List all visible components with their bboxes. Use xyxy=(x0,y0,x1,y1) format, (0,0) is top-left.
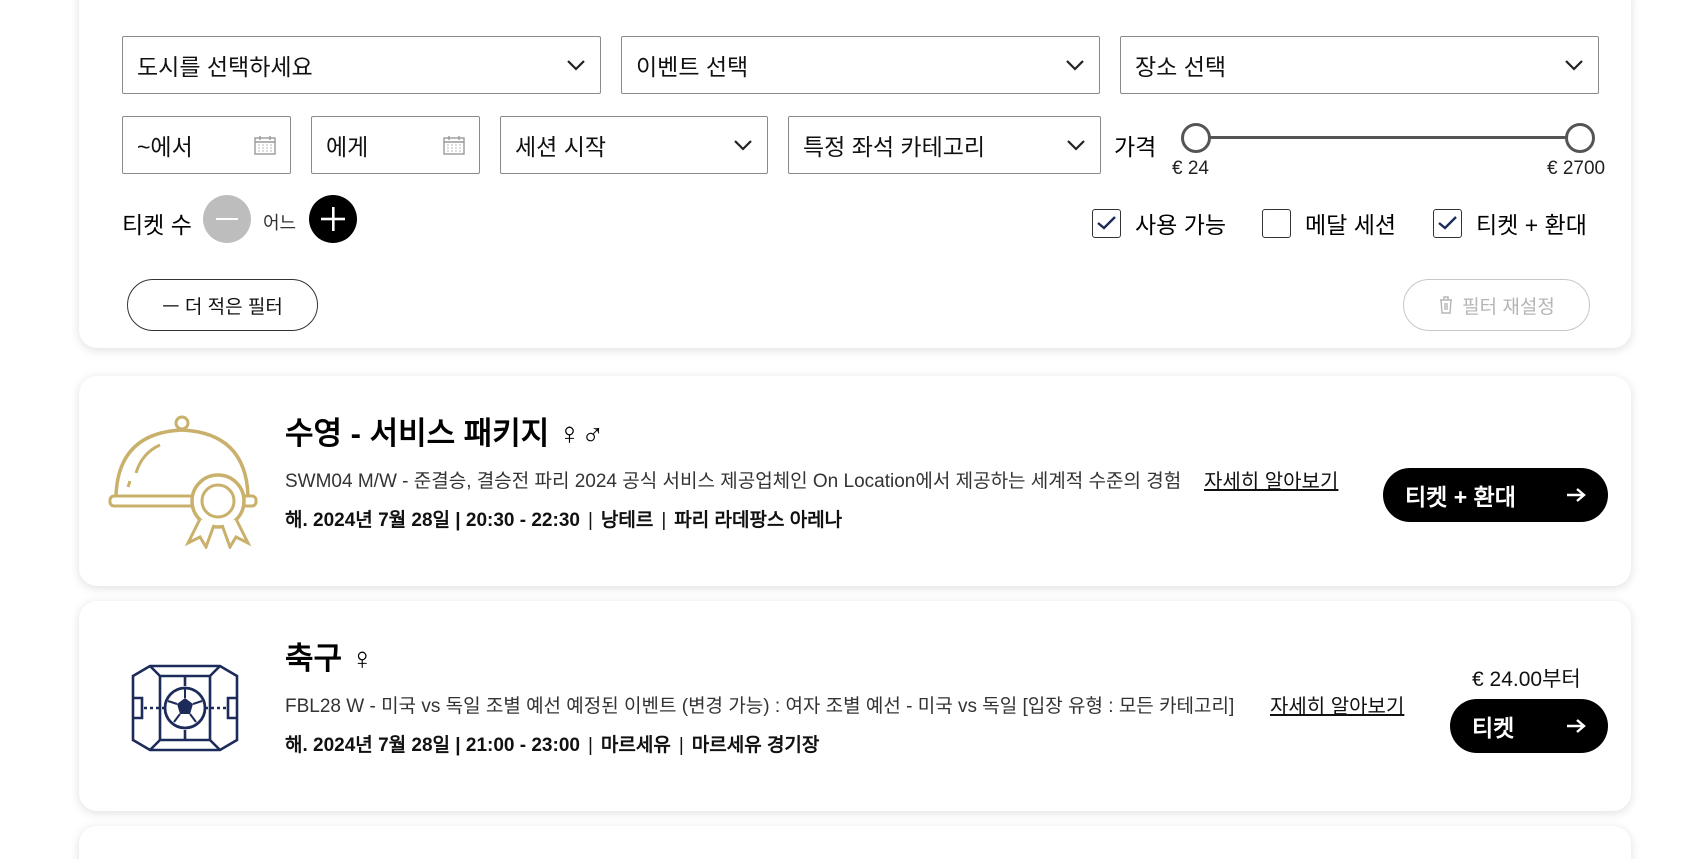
price-min-value: € 24 xyxy=(1172,158,1209,179)
less-filters-label: ㅡ 더 적은 필터 xyxy=(162,296,283,318)
event-description: FBL28 W - 미국 vs 독일 조별 예선 예정된 이벤트 (변경 가능)… xyxy=(285,696,1235,717)
ticket-button-label: 티켓 + 환대 xyxy=(1405,484,1516,510)
event-price: € 24.00부터 xyxy=(1472,668,1581,691)
event-venue: 파리 라데팡스 아레나 xyxy=(674,510,843,531)
event-title: 축구 ♀ xyxy=(285,641,374,676)
event-venue: 마르세유 경기장 xyxy=(691,735,820,756)
seat-category-select[interactable]: 특정 좌석 카테고리 xyxy=(788,116,1101,174)
reset-filters-label: 필터 재설정 xyxy=(1462,296,1555,318)
medal-session-filter[interactable]: 메달 세션 xyxy=(1262,206,1396,240)
ticket-count-label: 티켓 수 xyxy=(122,212,192,238)
session-start-select[interactable]: 세션 시작 xyxy=(500,116,768,174)
venue-select-label: 장소 선택 xyxy=(1135,54,1227,80)
learn-more-link[interactable]: 자세히 알아보기 xyxy=(1270,690,1404,719)
price-slider-track[interactable] xyxy=(1193,136,1571,139)
seat-category-label: 특정 좌석 카테고리 xyxy=(803,134,986,160)
medal-session-checkbox[interactable] xyxy=(1262,208,1291,238)
date-from-input[interactable]: ~에서 xyxy=(122,116,291,174)
available-checkbox[interactable] xyxy=(1092,208,1121,238)
decrease-tickets-button[interactable] xyxy=(203,195,251,243)
price-max-handle[interactable] xyxy=(1565,123,1595,153)
date-from-label: ~에서 xyxy=(137,134,193,160)
hospitality-checkbox[interactable] xyxy=(1433,208,1462,238)
available-label: 사용 가능 xyxy=(1135,212,1227,238)
minus-icon xyxy=(216,218,238,220)
ticket-count-value: 어느 xyxy=(263,213,297,233)
hospitality-ticket-button[interactable]: 티켓 + 환대 xyxy=(1383,468,1608,522)
event-select[interactable]: 이벤트 선택 xyxy=(621,36,1100,94)
venue-select[interactable]: 장소 선택 xyxy=(1120,36,1599,94)
event-city: 낭테르 xyxy=(600,510,654,531)
event-date: 해. 2024년 7월 28일 | 20:30 - 22:30 xyxy=(285,510,580,531)
event-city: 마르세유 xyxy=(600,735,671,756)
event-meta: 해. 2024년 7월 28일 | 20:30 - 22:30 | 낭테르 | 파리 라… xyxy=(285,510,843,531)
ticket-button[interactable]: 티켓 xyxy=(1450,699,1608,753)
event-meta: 해. 2024년 7월 28일 | 21:00 - 23:00 | 마르세유 | 마르세… xyxy=(285,735,820,756)
city-select[interactable]: 도시를 선택하세요 xyxy=(122,36,601,94)
chevron-down-icon xyxy=(734,140,752,151)
arrow-right-icon xyxy=(1567,719,1586,733)
event-title: 수영 - 서비스 패키지 ♀♂ xyxy=(285,416,605,451)
price-max-value: € 2700 xyxy=(1547,158,1606,179)
chevron-down-icon xyxy=(567,60,585,71)
available-filter[interactable]: 사용 가능 xyxy=(1092,206,1226,240)
event-description: SWM04 M/W - 준결승, 결승전 파리 2024 공식 서비스 제공업체… xyxy=(285,471,1182,492)
price-min-handle[interactable] xyxy=(1181,123,1211,153)
event-date: 해. 2024년 7월 28일 | 21:00 - 23:00 xyxy=(285,735,580,756)
hospitality-filter[interactable]: 티켓 + 환대 xyxy=(1433,206,1587,240)
football-pitch-icon xyxy=(131,664,239,752)
medal-session-label: 메달 세션 xyxy=(1305,212,1397,238)
reset-filters-button[interactable]: 필터 재설정 xyxy=(1403,279,1590,331)
event-card xyxy=(79,826,1631,859)
plus-icon xyxy=(321,207,345,231)
chevron-down-icon xyxy=(1067,140,1085,151)
increase-tickets-button[interactable] xyxy=(309,195,357,243)
ticket-button-label: 티켓 xyxy=(1472,715,1515,741)
hospitality-label: 티켓 + 환대 xyxy=(1476,212,1587,238)
session-start-label: 세션 시작 xyxy=(515,134,607,160)
checkmark-icon xyxy=(1438,216,1457,230)
trash-icon xyxy=(1440,296,1453,314)
less-filters-button[interactable]: ㅡ 더 적은 필터 xyxy=(127,279,318,331)
arrow-right-icon xyxy=(1567,488,1586,502)
cloche-award-icon xyxy=(108,415,258,549)
checkmark-icon xyxy=(1097,216,1116,230)
calendar-icon xyxy=(443,136,465,155)
price-label: 가격 xyxy=(1114,134,1157,160)
learn-more-link[interactable]: 자세히 알아보기 xyxy=(1204,465,1338,494)
date-to-label: 에게 xyxy=(326,134,369,160)
chevron-down-icon xyxy=(1565,60,1583,71)
calendar-icon xyxy=(254,136,276,155)
city-select-label: 도시를 선택하세요 xyxy=(137,54,313,80)
chevron-down-icon xyxy=(1066,60,1084,71)
date-to-input[interactable]: 에게 xyxy=(311,116,480,174)
event-select-label: 이벤트 선택 xyxy=(636,54,749,80)
